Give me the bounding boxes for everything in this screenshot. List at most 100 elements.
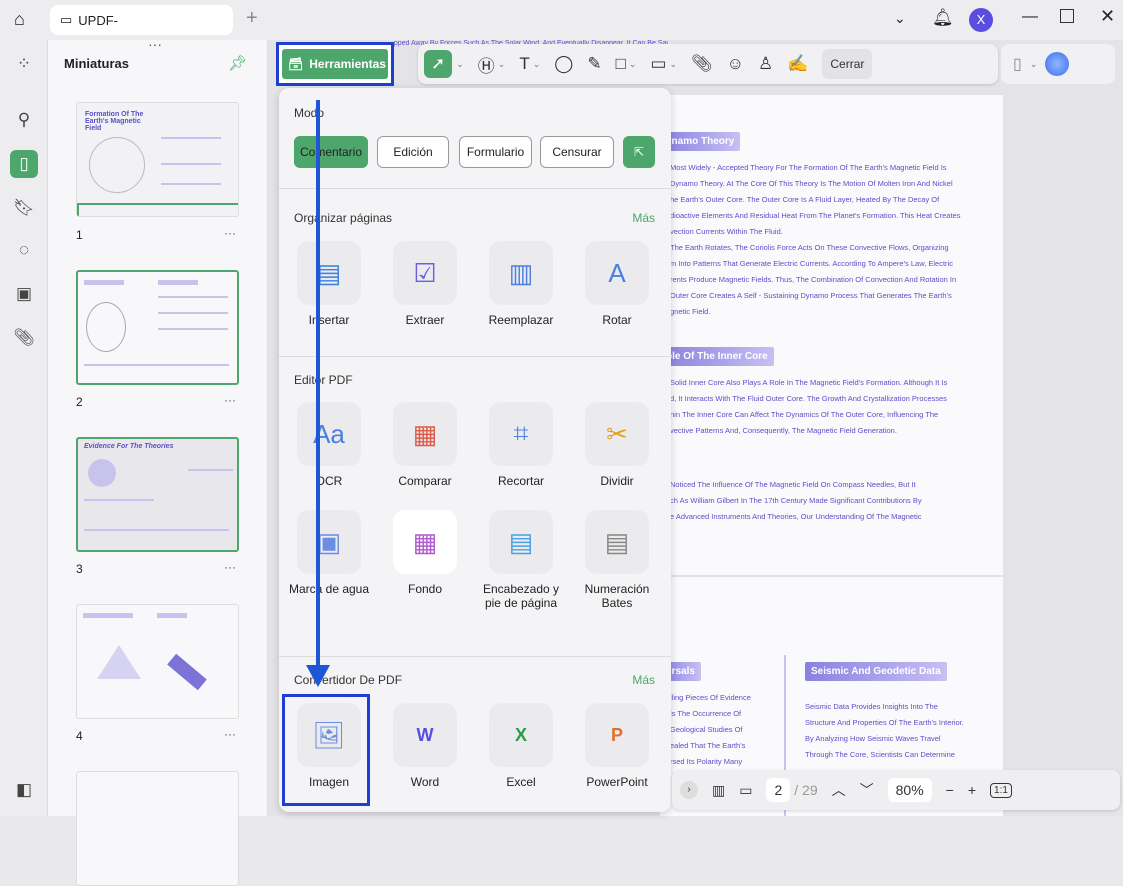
more-icon[interactable]: ··· [224,226,236,240]
mode-comentario[interactable]: Comentario [294,136,368,168]
watermark-tool[interactable]: ▣ Marca de agua [284,510,374,596]
stamp-icon[interactable]: ▣ [10,280,38,308]
bell-icon[interactable]: 🔔︎ [932,8,954,28]
save-icon[interactable]: ▯ [1013,54,1022,74]
crop-tool[interactable]: ⌗ Recortar [476,402,566,488]
attachment-tool[interactable]: 📎︎ [691,54,713,74]
split-icon: ✂ [585,402,649,466]
annotation-toolbar: ➚ ⌄ Ⓗ ⌄ T ⌄ ◯ ✎ □ ⌄ ▭ ⌄ 📎︎ ☺ ♙ ✍ Cerrar [418,44,998,84]
replace-tool[interactable]: ▥ Reemplazar [476,241,566,327]
bookmark-icon[interactable]: 🔖︎ [10,194,38,222]
highlight-tool[interactable]: Ⓗ ⌄ [478,52,506,77]
ocr-tool[interactable]: Aa OCR [284,402,374,488]
more-link[interactable]: Más [632,211,655,225]
replace-icon: ▥ [489,241,553,305]
compare-icon: ▦ [393,402,457,466]
text-tool[interactable]: T ⌄ [519,54,540,74]
section-heading: ole Of The Inner Core [660,347,774,366]
convert-excel[interactable]: X Excel [476,703,566,789]
zoom-in-icon[interactable]: + [968,782,976,798]
close-button[interactable]: Cerrar [822,49,873,79]
insert-tool[interactable]: ▤ Insertar [284,241,374,327]
measure-tool[interactable]: ▭ ⌄ [650,54,677,74]
header-footer-icon: ▤ [489,510,553,574]
thumbnails-icon[interactable]: ▯ [10,150,38,178]
save-group: ▯ ⌄ [1001,44,1115,84]
presentation-icon[interactable]: ▭ [739,782,752,799]
shape-tool[interactable]: □ ⌄ [616,54,637,74]
minimize-icon[interactable]: — [1022,8,1038,26]
split-tool[interactable]: ✂ Dividir [572,402,662,488]
powerpoint-icon: P [585,703,649,767]
attachment-icon[interactable]: 📎︎ [10,324,38,352]
insert-icon: ▤ [297,241,361,305]
zoom-level[interactable]: 80% [887,778,932,802]
page-total: / 29 [794,782,818,798]
sticker-tool[interactable]: ☺ [727,54,744,74]
chevron-down-icon[interactable]: ⌄ [1030,59,1038,70]
convert-powerpoint[interactable]: P PowerPoint [572,703,662,789]
background-tool[interactable]: ▦ Fondo [380,510,470,596]
header-footer-tool[interactable]: ▤ Encabezado y pie de página [476,510,566,610]
drag-handle[interactable]: ··· [148,36,162,52]
zoom-out-icon[interactable]: − [946,782,954,798]
home-icon[interactable]: ⌂ [14,9,25,30]
crop-icon: ⌗ [489,402,553,466]
more-icon[interactable]: ··· [224,727,236,741]
section-heading: ynamo Theory [660,132,741,151]
comments-icon[interactable]: ◌ [10,236,38,264]
actual-size-button[interactable]: 1:1 [990,782,1012,798]
watermark-icon: ▣ [297,510,361,574]
previous-page-icon[interactable]: ︿ [832,780,846,800]
document-page: ynamo Theory Most Widely - Accepted Theo… [660,95,1003,816]
next-page-icon[interactable]: ﹀ [860,780,874,800]
new-tab-icon[interactable]: + [246,7,258,30]
select-tool[interactable]: ➚ [424,50,453,78]
export-icon[interactable]: ⇱ [623,136,655,168]
bottom-navigation-bar: › ▥ ▭ 2 / 29 ︿ ﹀ 80% − + 1:1 [672,770,1120,810]
pin-icon[interactable]: 📌︎ [228,54,247,72]
bates-numbering-tool[interactable]: ▤ Numeración Bates [572,510,662,610]
more-icon[interactable]: ··· [224,560,236,574]
paragraph: Most Widely - Accepted Theory For The Fo… [670,163,961,316]
thumbnail-page-3[interactable]: Evidence For The Theories [76,437,239,552]
compare-tool[interactable]: ▦ Comparar [380,402,470,488]
stamp-tool[interactable]: ♙ [758,54,773,74]
maximize-icon[interactable] [1060,9,1074,23]
page-input[interactable]: 2 [766,778,791,802]
close-icon[interactable]: ✕ [1100,6,1115,27]
layers-icon[interactable]: ◧ [10,776,38,804]
mode-edicion[interactable]: Edición [377,136,449,168]
tools-button[interactable]: 🗃︎ Herramientas [282,49,388,79]
more-icon[interactable]: ··· [224,393,236,407]
apps-icon[interactable]: ⁘ [10,50,38,78]
more-link[interactable]: Más [632,673,655,687]
background-icon: ▦ [393,510,457,574]
pencil-tool[interactable]: ✎ [587,54,601,74]
chevron-down-icon[interactable]: ⌄ [456,59,464,70]
document-tab[interactable]: ▭ UPDF- [50,5,233,35]
rotate-tool[interactable]: A Rotar [572,241,662,327]
thumbnail-page-4[interactable] [76,604,239,719]
avatar[interactable]: X [969,8,993,32]
signature-tool[interactable]: ✍ [787,54,808,74]
word-icon: W [393,703,457,767]
search-icon[interactable]: ⚲ [10,106,38,134]
mode-censurar[interactable]: Censurar [540,136,614,168]
paragraph: lling Pieces Of Evidence ls The Occurrenc… [670,693,751,766]
ai-assistant-icon[interactable] [1045,52,1070,76]
thumbnail-page-1[interactable]: Formation Of The Earth's Magnetic Field [76,102,239,217]
section-title: Organizar páginas [294,211,393,225]
toolbox-icon: 🗃︎ [288,57,304,71]
extract-icon: ☑ [393,241,457,305]
page-layout-icon[interactable]: ▥ [712,782,725,799]
expand-icon[interactable]: › [680,781,698,799]
thumbnail-page-5[interactable] [76,771,239,886]
comment-tool[interactable]: ◯ [554,54,573,74]
page-number: 1 [76,228,83,242]
extract-tool[interactable]: ☑ Extraer [380,241,470,327]
mode-formulario[interactable]: Formulario [459,136,532,168]
thumbnail-page-2[interactable] [76,270,239,385]
convert-word[interactable]: W Word [380,703,470,789]
chevron-down-icon[interactable]: ⌄ [894,10,906,27]
